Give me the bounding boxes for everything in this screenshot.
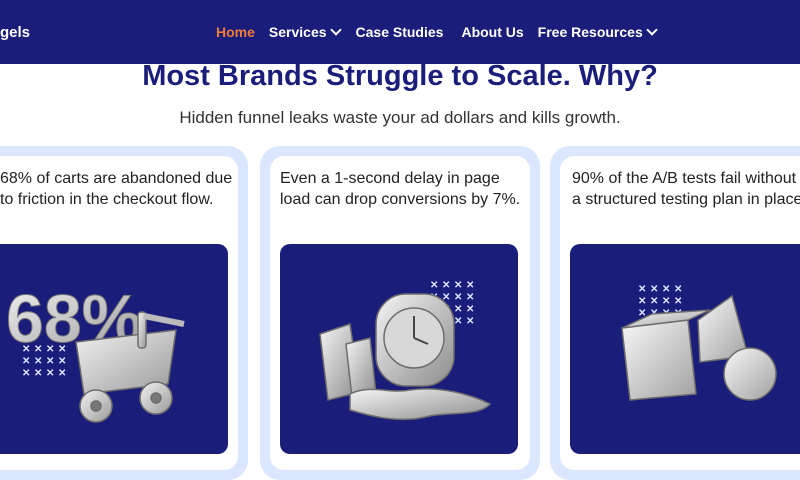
nav-free-resources[interactable]: Free Resources <box>537 24 658 40</box>
svg-text:✕: ✕ <box>34 356 42 367</box>
stat-card-cart-abandonment: 68% of carts are abandoned due to fricti… <box>0 146 248 480</box>
svg-text:✕: ✕ <box>466 280 474 291</box>
svg-text:✕: ✕ <box>22 344 30 355</box>
svg-text:✕: ✕ <box>638 296 646 307</box>
nav-about-us[interactable]: About Us <box>461 24 523 40</box>
nav-home[interactable]: Home <box>216 24 255 40</box>
nav-case-studies[interactable]: Case Studies <box>356 24 444 40</box>
section-subtitle: Hidden funnel leaks waste your ad dollar… <box>179 108 621 127</box>
geometric-shapes-illustration: ✕✕✕✕ ✕✕✕✕ ✕✕✕✕ <box>570 244 800 454</box>
svg-text:✕: ✕ <box>58 368 66 379</box>
svg-text:✕: ✕ <box>22 368 30 379</box>
brand-logo[interactable]: gels <box>0 24 30 41</box>
svg-text:✕: ✕ <box>454 280 462 291</box>
svg-text:✕: ✕ <box>46 356 54 367</box>
nav-free-resources-label: Free Resources <box>537 24 643 40</box>
nav-services[interactable]: Services <box>268 24 342 40</box>
stopwatch-illustration: ✕✕✕✕ ✕✕✕✕ ✕✕✕✕ ✕✕✕✕ <box>280 244 518 454</box>
card-inner: 90% of the A/B tests fail without a stru… <box>560 156 800 470</box>
chevron-down-icon <box>329 24 342 36</box>
svg-text:✕: ✕ <box>674 296 682 307</box>
card-inner: Even a 1-second delay in page load can d… <box>270 156 530 470</box>
svg-text:✕: ✕ <box>466 304 474 315</box>
svg-text:✕: ✕ <box>46 344 54 355</box>
svg-text:✕: ✕ <box>454 316 462 327</box>
card-text: Even a 1-second delay in page load can d… <box>280 170 521 208</box>
cart-illustration: 68% ✕ ✕ ✕ ✕ ✕ ✕ ✕ ✕ ✕ ✕ ✕ ✕ <box>0 244 228 454</box>
svg-text:✕: ✕ <box>22 356 30 367</box>
svg-text:✕: ✕ <box>466 292 474 303</box>
nav-about-us-label: About Us <box>461 24 524 40</box>
svg-text:✕: ✕ <box>454 292 462 303</box>
svg-text:✕: ✕ <box>430 280 438 291</box>
card-text: 90% of the A/B tests fail without a stru… <box>572 170 800 208</box>
chevron-down-icon <box>646 24 658 36</box>
stat-card-page-load: Even a 1-second delay in page load can d… <box>260 146 540 480</box>
main-menu: Home Services Case Studies About Us Free… <box>216 0 658 64</box>
svg-text:✕: ✕ <box>650 284 658 295</box>
svg-text:✕: ✕ <box>58 344 66 355</box>
nav-services-label: Services <box>268 24 327 40</box>
top-navbar: gels Home Services Case Studies About Us… <box>0 0 800 64</box>
nav-case-studies-label: Case Studies <box>355 24 444 40</box>
stat-card-ab-tests: 90% of the A/B tests fail without a stru… <box>550 146 800 480</box>
svg-text:✕: ✕ <box>674 284 682 295</box>
svg-text:✕: ✕ <box>442 280 450 291</box>
svg-text:✕: ✕ <box>638 284 646 295</box>
svg-text:✕: ✕ <box>34 344 42 355</box>
svg-text:✕: ✕ <box>34 368 42 379</box>
card-text: 68% of carts are abandoned due to fricti… <box>0 170 233 208</box>
svg-text:✕: ✕ <box>466 316 474 327</box>
svg-text:✕: ✕ <box>650 296 658 307</box>
section-title: Most Brands Struggle to Scale. Why? <box>142 60 658 92</box>
svg-text:✕: ✕ <box>58 356 66 367</box>
svg-text:✕: ✕ <box>46 368 54 379</box>
svg-text:✕: ✕ <box>454 304 462 315</box>
svg-text:✕: ✕ <box>662 296 670 307</box>
svg-text:✕: ✕ <box>662 284 670 295</box>
nav-home-label: Home <box>216 24 255 40</box>
card-inner: 68% of carts are abandoned due to fricti… <box>0 156 238 470</box>
